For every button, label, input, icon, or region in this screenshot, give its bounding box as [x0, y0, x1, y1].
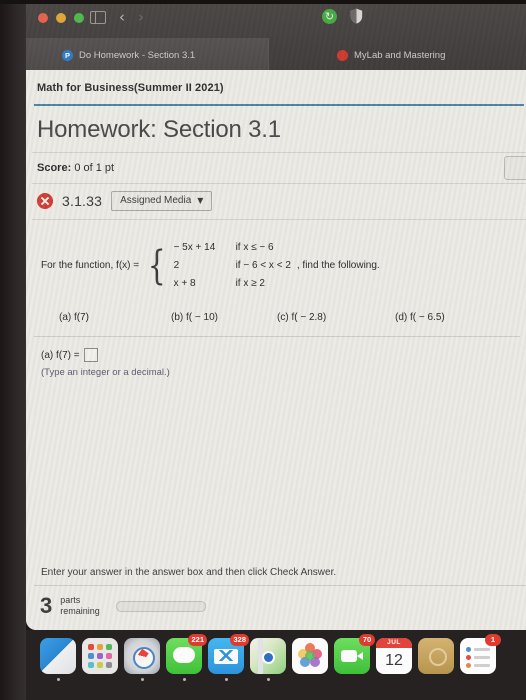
case-condition: if x ≤ − 6	[235, 241, 274, 253]
laptop-bezel-left	[0, 0, 26, 700]
dock-item-mail[interactable]: 328	[208, 634, 249, 681]
score-row: Score: 0 of 1 pt	[26, 153, 526, 183]
forward-icon[interactable]: ›	[138, 10, 144, 25]
macos-dock: 221 328 70 JUL 12 1	[26, 630, 526, 700]
shield-icon[interactable]	[350, 8, 363, 24]
back-icon[interactable]: ‹	[119, 10, 125, 25]
running-indicator	[182, 678, 186, 681]
launchpad-grid-icon	[88, 644, 112, 668]
case-expression: 2	[173, 259, 180, 271]
function-lead-text: For the function, f(x) =	[41, 259, 140, 271]
question-part-a: (a) f(7)	[59, 312, 89, 323]
dock-item-photos[interactable]	[292, 638, 328, 674]
score-label: Score:	[37, 162, 72, 174]
answer-block: (a) f(7) = (Type an integer or a decimal…	[26, 337, 526, 378]
function-tail-text: , find the following.	[296, 259, 380, 271]
window-traffic-lights[interactable]	[38, 13, 84, 23]
running-indicator	[266, 678, 270, 681]
dock-item-calendar[interactable]: JUL 12	[376, 638, 412, 674]
function-definition: For the function, f(x) = { − 5x + 14 if …	[41, 238, 526, 292]
assigned-media-button[interactable]: Assigned Media ▼	[111, 191, 213, 211]
problem-number: 3.1.33	[62, 193, 103, 209]
badge-count: 70	[359, 634, 375, 646]
browser-chrome: ‹ › ↻ P Do Homework - Section 3.1 MyLab …	[26, 2, 526, 72]
dock-item-launchpad[interactable]	[82, 638, 118, 674]
footer-instruction: Enter your answer in the answer box and …	[41, 567, 337, 578]
case-row: 2 if − 6 < x < 2	[174, 256, 291, 274]
problem-header: 3.1.33 Assigned Media ▼	[26, 184, 526, 219]
minimize-window-button[interactable]	[56, 13, 66, 23]
dock-item-notes[interactable]: 1	[460, 634, 501, 674]
calendar-day: 12	[385, 652, 403, 669]
badge-count: 1	[485, 634, 501, 646]
mylab-icon	[337, 49, 348, 61]
reload-icon[interactable]: ↻	[322, 9, 337, 24]
assigned-media-label: Assigned Media	[120, 195, 192, 206]
homework-page: Math for Business(Summer II 2021) Homewo…	[26, 70, 526, 630]
chevron-down-icon: ▼	[197, 196, 204, 205]
zoom-window-button[interactable]	[74, 13, 84, 23]
parts-remaining-label: parts remaining	[60, 595, 100, 617]
running-indicator	[140, 678, 144, 681]
score-value: 0 of 1 pt	[74, 162, 115, 174]
dock-item-safari[interactable]	[124, 638, 160, 681]
dock-item-messages[interactable]: 221	[166, 634, 207, 681]
course-title: Math for Business(Summer II 2021)	[37, 82, 224, 94]
browser-toolbar: ‹ › ↻	[26, 2, 526, 38]
answer-hint: (Type an integer or a decimal.)	[41, 367, 170, 378]
question-parts-row: (a) f(7) (b) f( − 10) (c) f( − 2.8) (d) …	[41, 292, 526, 323]
badge-count: 328	[230, 634, 249, 646]
question-part-d: (d) f( − 6.5)	[395, 312, 445, 323]
incorrect-x-icon	[37, 193, 53, 209]
page-footer: Enter your answer in the answer box and …	[26, 567, 526, 630]
question-part-c: (c) f( − 2.8)	[277, 312, 327, 323]
page-title: Homework: Section 3.1	[37, 116, 281, 143]
progress-bar	[115, 600, 206, 612]
running-indicator	[224, 678, 228, 681]
pearson-p-icon: P	[62, 49, 73, 61]
tab-label: Do Homework - Section 3.1	[79, 49, 196, 61]
dock-item-finder[interactable]	[40, 638, 76, 681]
running-indicator	[56, 678, 60, 681]
case-row: − 5x + 14 if x ≤ − 6	[174, 238, 291, 256]
question-body: For the function, f(x) = { − 5x + 14 if …	[26, 220, 526, 324]
tab-mylab-and-mastering[interactable]: MyLab and Mastering	[268, 38, 526, 72]
tab-label: MyLab and Mastering	[354, 49, 446, 61]
laptop-bezel-top	[0, 0, 526, 4]
case-condition: if − 6 < x < 2	[235, 259, 291, 271]
dock-strip: 221 328 70 JUL 12 1	[26, 634, 526, 684]
parts-remaining-count: 3	[40, 593, 53, 618]
answer-line: (a) f(7) =	[41, 348, 526, 362]
case-condition: if x ≥ 2	[235, 277, 265, 289]
dock-item-reminders[interactable]	[418, 638, 454, 674]
answer-prompt: (a) f(7) =	[41, 349, 80, 361]
dock-item-facetime[interactable]: 70	[334, 634, 375, 674]
piecewise-cases: − 5x + 14 if x ≤ − 6 2 if − 6 < x < 2 x …	[174, 238, 291, 292]
dock-item-maps[interactable]	[250, 638, 286, 681]
help-me-solve-button-partial[interactable]	[504, 156, 526, 180]
tab-strip: P Do Homework - Section 3.1 MyLab and Ma…	[26, 38, 526, 72]
parts-label-line2: remaining	[60, 606, 100, 616]
badge-count: 221	[188, 634, 207, 646]
calendar-month: JUL	[376, 638, 412, 648]
question-part-b: (b) f( − 10)	[171, 312, 218, 323]
screen-photo: ‹ › ↻ P Do Homework - Section 3.1 MyLab …	[0, 0, 526, 700]
sidebar-toggle-icon[interactable]	[90, 11, 106, 24]
case-expression: − 5x + 14	[173, 241, 216, 253]
parts-remaining-status: 3 parts remaining	[26, 586, 526, 630]
answer-input[interactable]	[83, 348, 98, 362]
parts-label-line1: parts	[60, 595, 81, 605]
close-window-button[interactable]	[38, 13, 48, 23]
case-expression: x + 8	[173, 277, 196, 289]
case-row: x + 8 if x ≥ 2	[174, 274, 291, 292]
tab-do-homework[interactable]: P Do Homework - Section 3.1	[26, 38, 268, 72]
